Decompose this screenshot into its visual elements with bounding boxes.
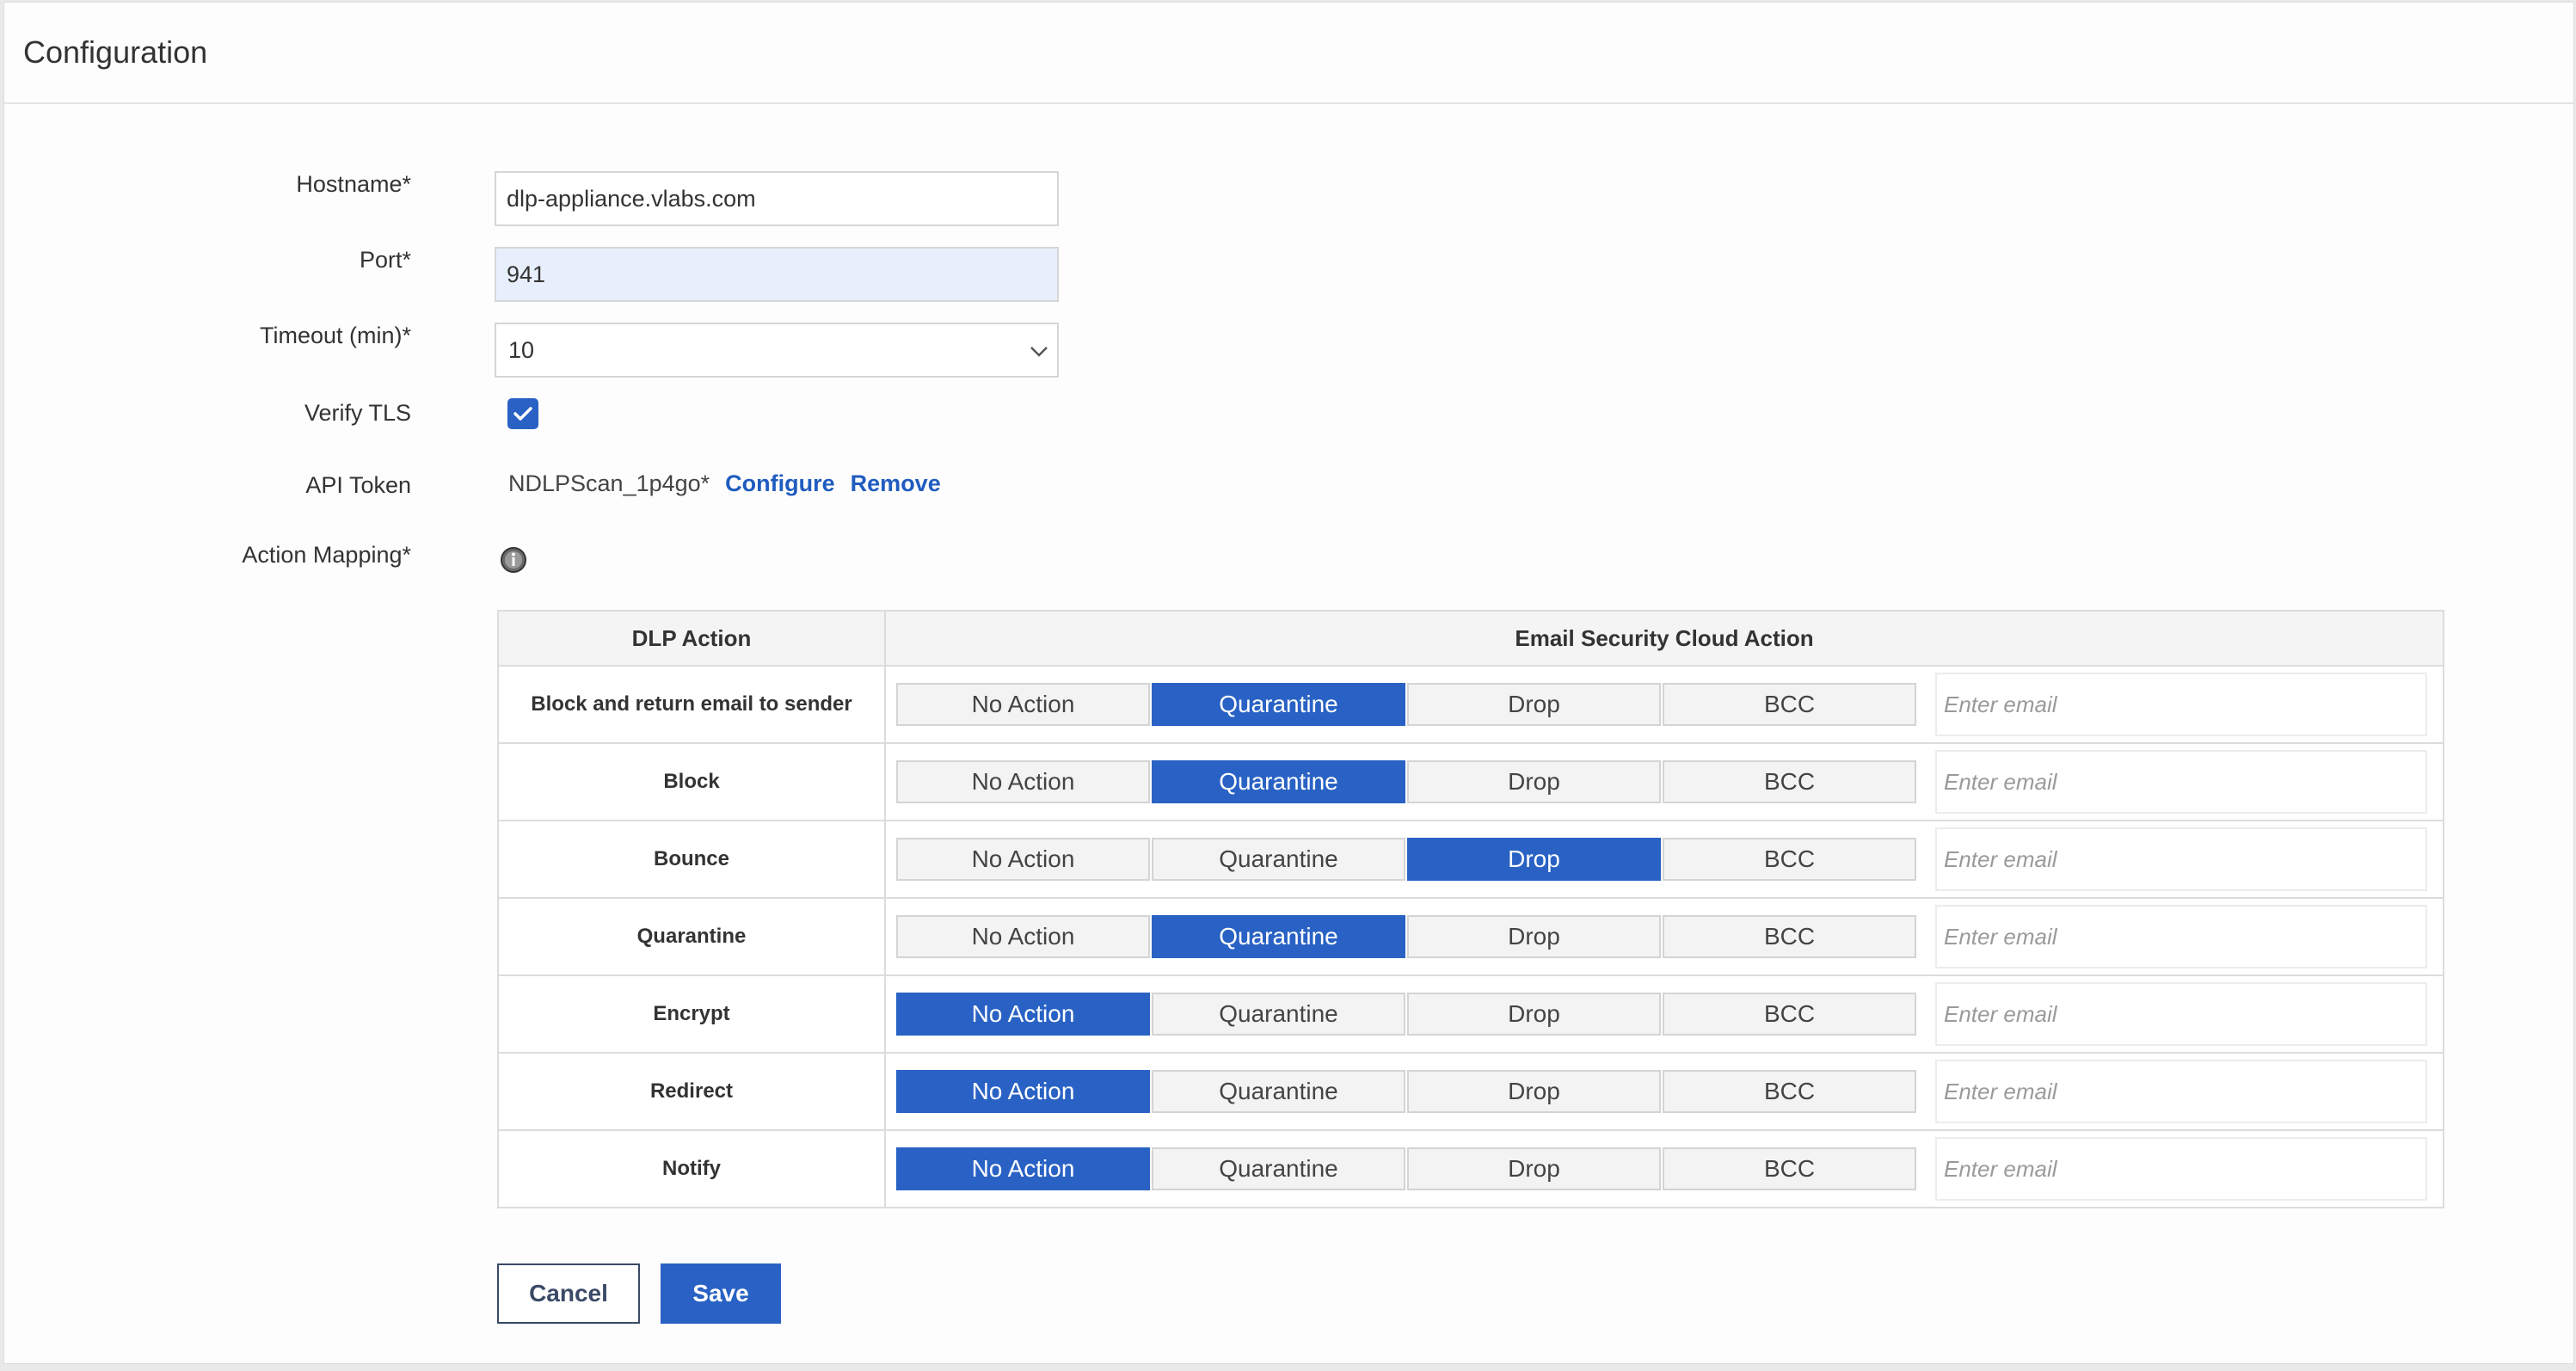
dlp-action-cell: Encrypt <box>497 974 886 1054</box>
action-option-drop[interactable]: Drop <box>1407 993 1661 1036</box>
hostname-label: Hostname* <box>296 171 411 197</box>
table-row: Notify No Action Quarantine Drop BCC <box>497 1129 2444 1208</box>
action-option-no-action[interactable]: No Action <box>896 1147 1150 1190</box>
cloud-action-cell: No Action Quarantine Drop BCC <box>884 974 2444 1054</box>
action-mapping-label: Action Mapping* <box>242 542 411 568</box>
action-segmented-control: No Action Quarantine Drop BCC <box>896 1070 1918 1113</box>
action-option-no-action[interactable]: No Action <box>896 838 1150 881</box>
action-option-bcc[interactable]: BCC <box>1663 683 1916 726</box>
cancel-button[interactable]: Cancel <box>497 1263 640 1324</box>
action-option-drop[interactable]: Drop <box>1407 915 1661 958</box>
api-token-value: NDLPScan_1p4go* <box>508 470 710 496</box>
action-option-no-action[interactable]: No Action <box>896 993 1150 1036</box>
action-segmented-control: No Action Quarantine Drop BCC <box>896 760 1918 803</box>
action-option-bcc[interactable]: BCC <box>1663 1147 1916 1190</box>
action-option-quarantine[interactable]: Quarantine <box>1152 993 1405 1036</box>
save-button[interactable]: Save <box>661 1263 781 1324</box>
action-option-bcc[interactable]: BCC <box>1663 993 1916 1036</box>
dlp-action-cell: Bounce <box>497 820 886 899</box>
timeout-select[interactable]: 10 <box>495 323 1059 378</box>
action-segmented-control: No Action Quarantine Drop BCC <box>896 838 1918 881</box>
table-row: Bounce No Action Quarantine Drop BCC <box>497 820 2444 899</box>
action-segmented-control: No Action Quarantine Drop BCC <box>896 683 1918 726</box>
action-option-drop[interactable]: Drop <box>1407 683 1661 726</box>
action-option-bcc[interactable]: BCC <box>1663 915 1916 958</box>
dlp-action-cell: Block and return email to sender <box>497 665 886 744</box>
cloud-action-cell: No Action Quarantine Drop BCC <box>884 1129 2444 1208</box>
table-row: Redirect No Action Quarantine Drop BCC <box>497 1052 2444 1131</box>
chevron-down-icon <box>1030 337 1048 364</box>
api-token-row: NDLPScan_1p4go* Configure Remove <box>508 470 941 497</box>
email-field[interactable] <box>1935 1137 2427 1201</box>
email-field[interactable] <box>1935 750 2427 814</box>
page-title: Configuration <box>23 34 208 70</box>
email-field[interactable] <box>1935 905 2427 968</box>
action-option-no-action[interactable]: No Action <box>896 915 1150 958</box>
hostname-input[interactable] <box>495 171 1059 226</box>
table-header-row: DLP Action Email Security Cloud Action <box>497 610 2444 667</box>
action-option-quarantine[interactable]: Quarantine <box>1152 1147 1405 1190</box>
cloud-action-cell: No Action Quarantine Drop BCC <box>884 1052 2444 1131</box>
api-token-label: API Token <box>305 472 411 498</box>
verify-tls-checkbox[interactable] <box>507 398 538 429</box>
action-option-drop[interactable]: Drop <box>1407 838 1661 881</box>
action-option-quarantine[interactable]: Quarantine <box>1152 1070 1405 1113</box>
action-segmented-control: No Action Quarantine Drop BCC <box>896 993 1918 1036</box>
cloud-action-cell: No Action Quarantine Drop BCC <box>884 665 2444 744</box>
cloud-action-controls: No Action Quarantine Drop BCC <box>886 899 2443 974</box>
remove-token-link[interactable]: Remove <box>851 470 941 497</box>
info-icon[interactable] <box>500 546 527 574</box>
panel-header: Configuration <box>4 3 2573 104</box>
action-segmented-control: No Action Quarantine Drop BCC <box>896 1147 1918 1190</box>
verify-tls-label: Verify TLS <box>304 400 411 426</box>
cloud-action-cell: No Action Quarantine Drop BCC <box>884 820 2444 899</box>
cloud-action-controls: No Action Quarantine Drop BCC <box>886 744 2443 820</box>
action-option-no-action[interactable]: No Action <box>896 760 1150 803</box>
action-option-bcc[interactable]: BCC <box>1663 838 1916 881</box>
cloud-action-controls: No Action Quarantine Drop BCC <box>886 667 2443 742</box>
action-option-bcc[interactable]: BCC <box>1663 1070 1916 1113</box>
dlp-action-header: DLP Action <box>497 610 886 667</box>
action-option-no-action[interactable]: No Action <box>896 1070 1150 1113</box>
timeout-selected-value: 10 <box>508 336 535 363</box>
action-option-drop[interactable]: Drop <box>1407 1070 1661 1113</box>
dlp-action-cell: Quarantine <box>497 897 886 976</box>
action-mapping-table: DLP Action Email Security Cloud Action B… <box>497 610 2444 1208</box>
action-option-drop[interactable]: Drop <box>1407 760 1661 803</box>
mapping-table-body: Block and return email to sender No Actio… <box>497 665 2444 1208</box>
timeout-label: Timeout (min)* <box>259 323 411 348</box>
cloud-action-controls: No Action Quarantine Drop BCC <box>886 1054 2443 1129</box>
action-option-drop[interactable]: Drop <box>1407 1147 1661 1190</box>
port-label: Port* <box>359 247 411 273</box>
dlp-action-cell: Notify <box>497 1129 886 1208</box>
email-field[interactable] <box>1935 982 2427 1046</box>
action-segmented-control: No Action Quarantine Drop BCC <box>896 915 1918 958</box>
table-row: Block and return email to sender No Actio… <box>497 665 2444 744</box>
email-field[interactable] <box>1935 1060 2427 1123</box>
action-option-no-action[interactable]: No Action <box>896 683 1150 726</box>
table-row: Quarantine No Action Quarantine Drop BCC <box>497 897 2444 976</box>
action-option-quarantine[interactable]: Quarantine <box>1152 683 1405 726</box>
cloud-action-cell: No Action Quarantine Drop BCC <box>884 742 2444 821</box>
configuration-panel: Configuration Hostname* Port* Timeout (m… <box>3 2 2574 1364</box>
action-option-quarantine[interactable]: Quarantine <box>1152 915 1405 958</box>
action-option-quarantine[interactable]: Quarantine <box>1152 760 1405 803</box>
action-option-bcc[interactable]: BCC <box>1663 760 1916 803</box>
cloud-action-header: Email Security Cloud Action <box>884 610 2444 667</box>
email-field[interactable] <box>1935 673 2427 736</box>
port-input[interactable] <box>495 247 1059 302</box>
dlp-action-cell: Block <box>497 742 886 821</box>
cloud-action-cell: No Action Quarantine Drop BCC <box>884 897 2444 976</box>
cloud-action-controls: No Action Quarantine Drop BCC <box>886 1131 2443 1207</box>
configure-token-link[interactable]: Configure <box>725 470 835 497</box>
cloud-action-controls: No Action Quarantine Drop BCC <box>886 821 2443 897</box>
table-row: Encrypt No Action Quarantine Drop BCC <box>497 974 2444 1054</box>
checkmark-icon <box>513 407 532 421</box>
cloud-action-controls: No Action Quarantine Drop BCC <box>886 976 2443 1052</box>
table-row: Block No Action Quarantine Drop BCC <box>497 742 2444 821</box>
action-option-quarantine[interactable]: Quarantine <box>1152 838 1405 881</box>
dlp-action-cell: Redirect <box>497 1052 886 1131</box>
email-field[interactable] <box>1935 827 2427 891</box>
